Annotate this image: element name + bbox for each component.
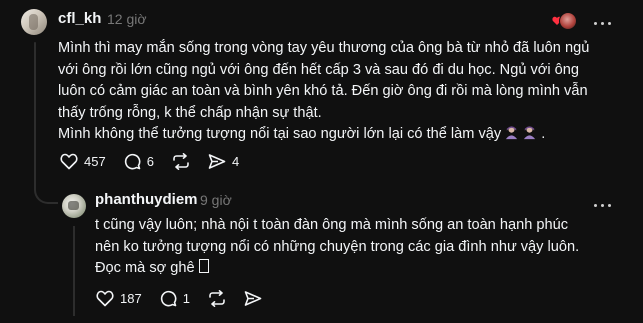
more-options-button[interactable] — [592, 12, 613, 30]
thread-line — [34, 42, 36, 182]
like-button[interactable]: 457 — [60, 153, 106, 170]
post-username[interactable]: cfl_kh — [58, 10, 101, 27]
reply-like-count: 187 — [120, 291, 142, 306]
repost-icon — [173, 153, 189, 170]
comment-count: 6 — [146, 154, 154, 169]
reply-line: nên ko tưởng tượng nổi có những chuyện t… — [95, 238, 580, 255]
liked-by-badge[interactable] — [552, 12, 577, 30]
missing-glyph-icon — [198, 259, 209, 274]
thread-connector — [34, 172, 58, 204]
post-line: Mình thì may mắn sống trong vòng tay yêu… — [58, 40, 590, 56]
avatar[interactable] — [21, 9, 47, 35]
reply-line: Đọc mà sợ ghê — [95, 260, 195, 277]
heart-icon — [96, 290, 114, 307]
reply-username[interactable]: phanthuydiem — [95, 191, 198, 208]
reply-text: t cũng vậy luôn; nhà nội t toàn đàn ông … — [95, 215, 615, 280]
reply-comment-button[interactable]: 1 — [160, 290, 190, 307]
post-time: 12 giờ — [107, 11, 147, 27]
repost-icon — [209, 290, 225, 307]
comment-button[interactable]: 6 — [124, 153, 154, 170]
more-icon — [592, 194, 613, 211]
share-button[interactable]: 4 — [208, 153, 239, 170]
heart-icon — [60, 153, 78, 170]
reply-actions: 187 1 — [96, 290, 280, 307]
reply-line: t cũng vậy luôn; nhà nội t toàn đàn ông … — [95, 217, 569, 233]
reply-time: 9 giờ — [200, 192, 232, 208]
share-icon — [244, 291, 262, 306]
post-line: luôn có cảm giác an toàn và bình yên khó… — [58, 83, 588, 100]
post-line: với ông rồi lớn cũng ngủ với ông đến hết… — [58, 61, 580, 78]
reply-line-last: Đọc mà sợ ghê — [95, 258, 615, 280]
share-count: 4 — [231, 154, 240, 169]
person-emoji-icon — [506, 126, 518, 140]
like-count: 457 — [84, 154, 106, 169]
post-line-last: Mình không thể tưởng tượng nổi tại sao n… — [58, 124, 618, 146]
post-line-end: . — [541, 126, 546, 143]
comment-icon — [124, 153, 141, 170]
reply-share-button[interactable] — [244, 290, 262, 307]
post-line: thấy trống rỗng, k thể chấp nhận sự thật… — [58, 104, 322, 121]
person-emoji-icon — [524, 126, 536, 140]
repost-button[interactable] — [172, 153, 190, 170]
post-actions: 457 6 4 — [60, 153, 257, 170]
reply-avatar[interactable] — [62, 194, 86, 218]
reply-like-button[interactable]: 187 — [96, 290, 142, 307]
post-line: Mình không thể tưởng tượng nổi tại sao n… — [58, 126, 502, 143]
share-icon — [208, 154, 226, 169]
reply-repost-button[interactable] — [208, 290, 226, 307]
reply-more-options-button[interactable] — [592, 194, 613, 212]
liker-avatar — [559, 12, 577, 30]
post-text: Mình thì may mắn sống trong vòng tay yêu… — [58, 38, 618, 146]
more-icon — [592, 12, 613, 29]
reply-comment-count: 1 — [182, 291, 190, 306]
comment-icon — [160, 290, 177, 307]
reply-thread-line — [73, 226, 75, 316]
